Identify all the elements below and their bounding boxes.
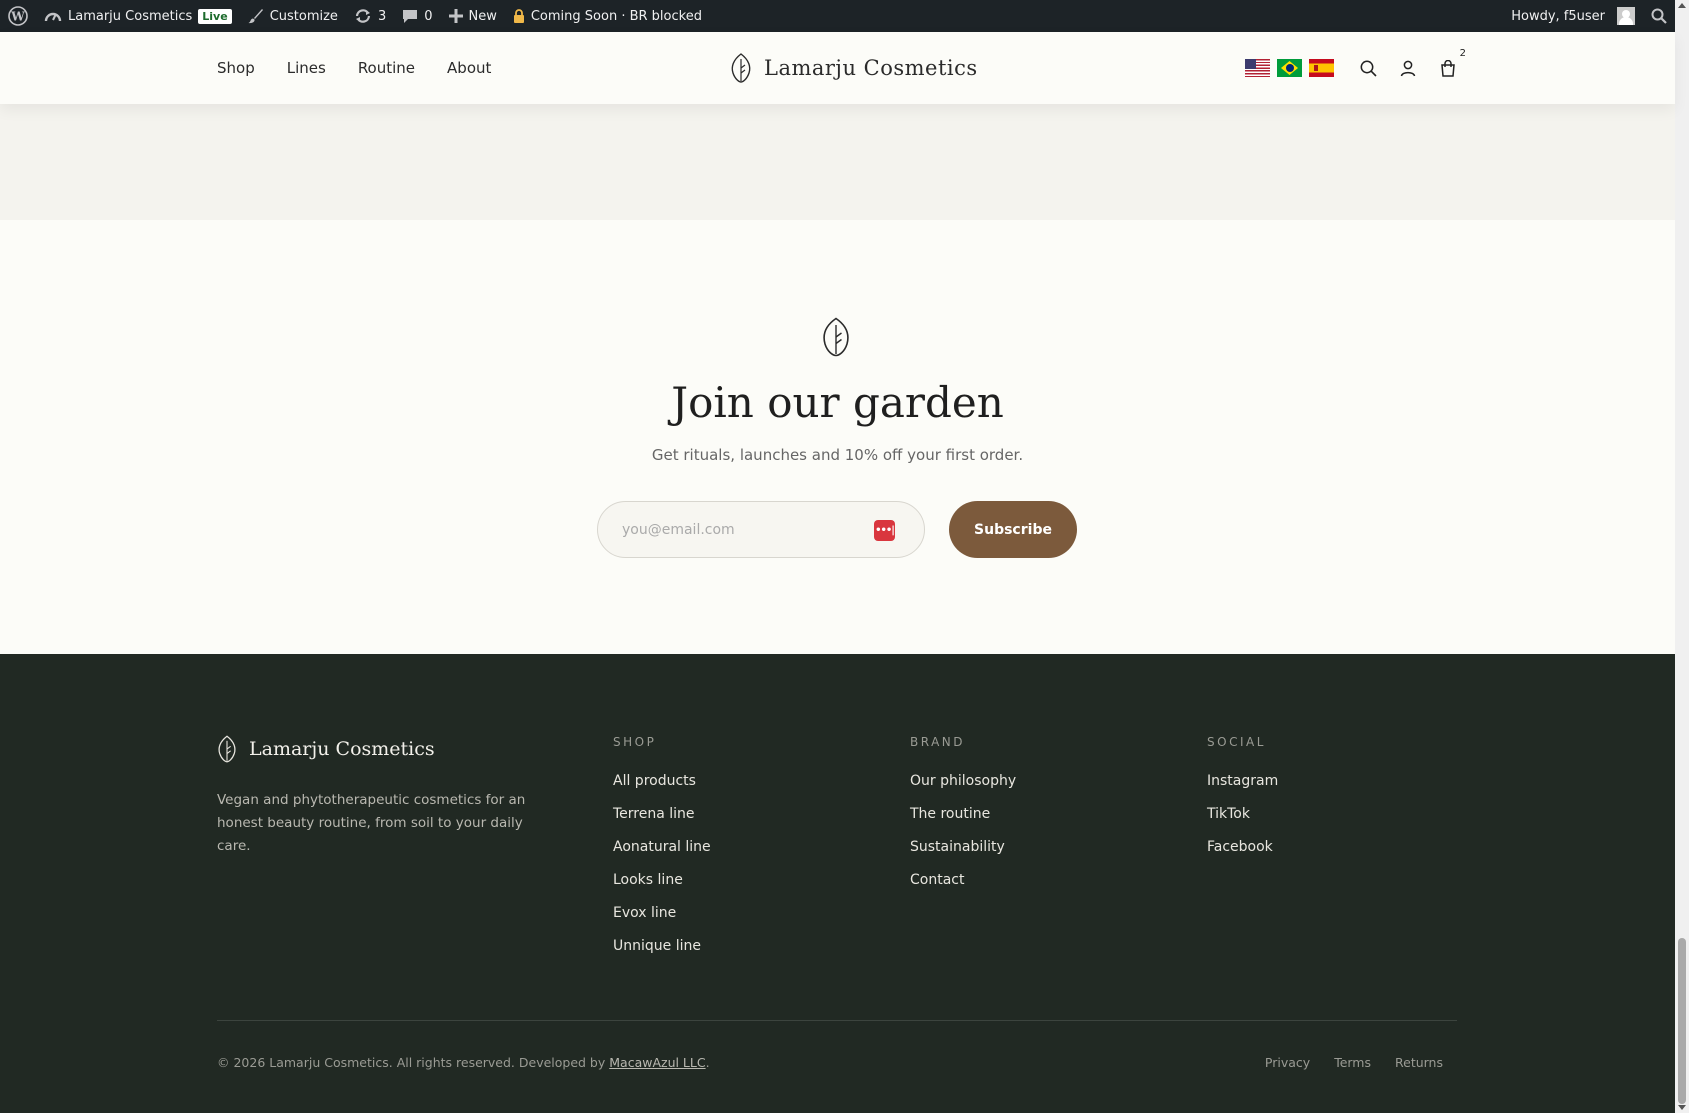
copyright-suffix: . — [705, 1055, 710, 1070]
br-flag-icon[interactable] — [1277, 59, 1302, 77]
search-icon — [1651, 8, 1667, 24]
footer-column-social: SOCIAL Instagram TikTok Facebook — [1207, 735, 1278, 871]
live-badge: Live — [198, 8, 232, 24]
adminbar-updates[interactable]: 3 — [346, 0, 394, 32]
copyright-text: © 2026 Lamarju Cosmetics. All rights res… — [217, 1055, 610, 1070]
nav-routine[interactable]: Routine — [358, 59, 415, 77]
us-flag-icon[interactable] — [1245, 59, 1270, 77]
leaf-icon — [823, 317, 849, 357]
footer-link-all-products[interactable]: All products — [613, 772, 711, 790]
leaf-logo-icon — [218, 735, 236, 763]
adminbar-site-name: Lamarju Cosmetics — [68, 8, 193, 24]
footer-link-privacy[interactable]: Privacy — [1265, 1055, 1310, 1070]
footer-link-contact[interactable]: Contact — [910, 871, 1016, 889]
footer-description: Vegan and phytotherapeutic cosmetics for… — [217, 792, 526, 854]
adminbar-my-account[interactable]: Howdy, f5user — [1503, 0, 1643, 32]
adminbar-site-menu[interactable]: Lamarju Cosmetics Live — [36, 0, 240, 32]
adminbar-coming-soon[interactable]: Coming Soon · BR blocked — [505, 0, 710, 32]
scrollbar-thumb[interactable] — [1678, 938, 1686, 1104]
footer-divider — [217, 1020, 1457, 1021]
footer-link-unnique-line[interactable]: Unnique line — [613, 937, 711, 955]
lock-icon — [513, 9, 524, 23]
footer-column-brand: BRAND Our philosophy The routine Sustain… — [910, 735, 1016, 904]
footer-brand: Lamarju Cosmetics Vegan and phytotherape… — [217, 735, 547, 858]
site-logo-text: Lamarju Cosmetics — [764, 56, 978, 80]
wp-admin-bar: W Lamarju Cosmetics Live Customize 3 0 N… — [0, 0, 1675, 32]
footer-link-looks-line[interactable]: Looks line — [613, 871, 711, 889]
footer-logo-text: Lamarju Cosmetics — [249, 738, 435, 760]
password-manager-icon[interactable]: •••| — [874, 520, 895, 541]
nav-lines[interactable]: Lines — [287, 59, 326, 77]
footer-heading-shop: SHOP — [613, 735, 657, 749]
email-field[interactable] — [622, 521, 862, 538]
footer-link-terrena-line[interactable]: Terrena line — [613, 805, 711, 823]
plus-icon — [448, 9, 463, 23]
updates-refresh-icon — [355, 9, 371, 23]
footer-heading-social: SOCIAL — [1207, 735, 1266, 749]
comments-count: 0 — [424, 8, 433, 24]
cart-count-badge: 2 — [1459, 48, 1466, 59]
newsletter-title: Join our garden — [671, 378, 1004, 427]
site-logo[interactable]: Lamarju Cosmetics — [730, 32, 978, 104]
adminbar-new[interactable]: New — [441, 0, 505, 32]
search-icon[interactable] — [1358, 58, 1378, 78]
footer-link-sustainability[interactable]: Sustainability — [910, 838, 1016, 856]
user-avatar — [1617, 7, 1635, 25]
footer-link-our-philosophy[interactable]: Our philosophy — [910, 772, 1016, 790]
footer-link-evox-line[interactable]: Evox line — [613, 904, 711, 922]
footer-column-shop: SHOP All products Terrena line Aonatural… — [613, 735, 711, 970]
shopping-bag-icon[interactable]: 2 — [1438, 48, 1466, 78]
adminbar-customize[interactable]: Customize — [240, 0, 346, 32]
coming-soon-label: Coming Soon · BR blocked — [530, 8, 702, 24]
footer-copyright: © 2026 Lamarju Cosmetics. All rights res… — [217, 1055, 710, 1070]
footer-link-instagram[interactable]: Instagram — [1207, 772, 1278, 790]
newsletter-form: •••| Subscribe — [597, 501, 1077, 558]
site-footer: Lamarju Cosmetics Vegan and phytotherape… — [0, 654, 1675, 1113]
footer-link-tiktok[interactable]: TikTok — [1207, 805, 1278, 823]
howdy-text: Howdy, f5user — [1511, 8, 1605, 24]
svg-text:W: W — [10, 10, 25, 24]
adminbar-search[interactable] — [1643, 0, 1675, 32]
footer-legal-links: Privacy Terms Returns — [1265, 1055, 1443, 1070]
footer-link-aonatural-line[interactable]: Aonatural line — [613, 838, 711, 856]
scroll-down-arrow-icon[interactable] — [1678, 1105, 1686, 1110]
account-user-icon[interactable] — [1398, 58, 1418, 78]
main-nav: Shop Lines Routine About — [217, 32, 491, 104]
nav-about[interactable]: About — [447, 59, 491, 77]
es-flag-icon[interactable] — [1309, 59, 1334, 77]
adminbar-new-label: New — [468, 8, 497, 24]
paintbrush-icon — [248, 9, 263, 24]
site-header: Shop Lines Routine About Lamarju Cosmeti… — [0, 32, 1675, 104]
newsletter-section: Join our garden Get rituals, launches an… — [0, 220, 1675, 654]
section-divider-strip — [0, 104, 1675, 220]
nav-shop[interactable]: Shop — [217, 59, 255, 77]
newsletter-subtitle: Get rituals, launches and 10% off your f… — [651, 446, 1024, 464]
page-scrollbar[interactable] — [1675, 0, 1689, 1113]
leaf-logo-icon — [731, 53, 751, 83]
subscribe-button[interactable]: Subscribe — [949, 501, 1077, 558]
updates-count: 3 — [377, 8, 387, 24]
scroll-up-arrow-icon[interactable] — [1678, 3, 1686, 8]
comment-bubble-icon — [403, 10, 418, 23]
footer-link-the-routine[interactable]: The routine — [910, 805, 1016, 823]
wordpress-logo-icon[interactable]: W — [0, 0, 36, 32]
footer-link-terms[interactable]: Terms — [1334, 1055, 1371, 1070]
adminbar-customize-label: Customize — [269, 8, 338, 24]
footer-link-facebook[interactable]: Facebook — [1207, 838, 1278, 856]
header-actions: 2 — [1245, 32, 1466, 104]
footer-link-returns[interactable]: Returns — [1395, 1055, 1443, 1070]
footer-logo[interactable]: Lamarju Cosmetics — [217, 735, 547, 763]
email-field-wrapper: •••| — [597, 501, 925, 558]
footer-heading-brand: BRAND — [910, 735, 966, 749]
dashboard-gauge-icon — [44, 12, 62, 22]
adminbar-comments[interactable]: 0 — [394, 0, 440, 32]
developer-link[interactable]: MacawAzul LLC — [609, 1055, 705, 1070]
